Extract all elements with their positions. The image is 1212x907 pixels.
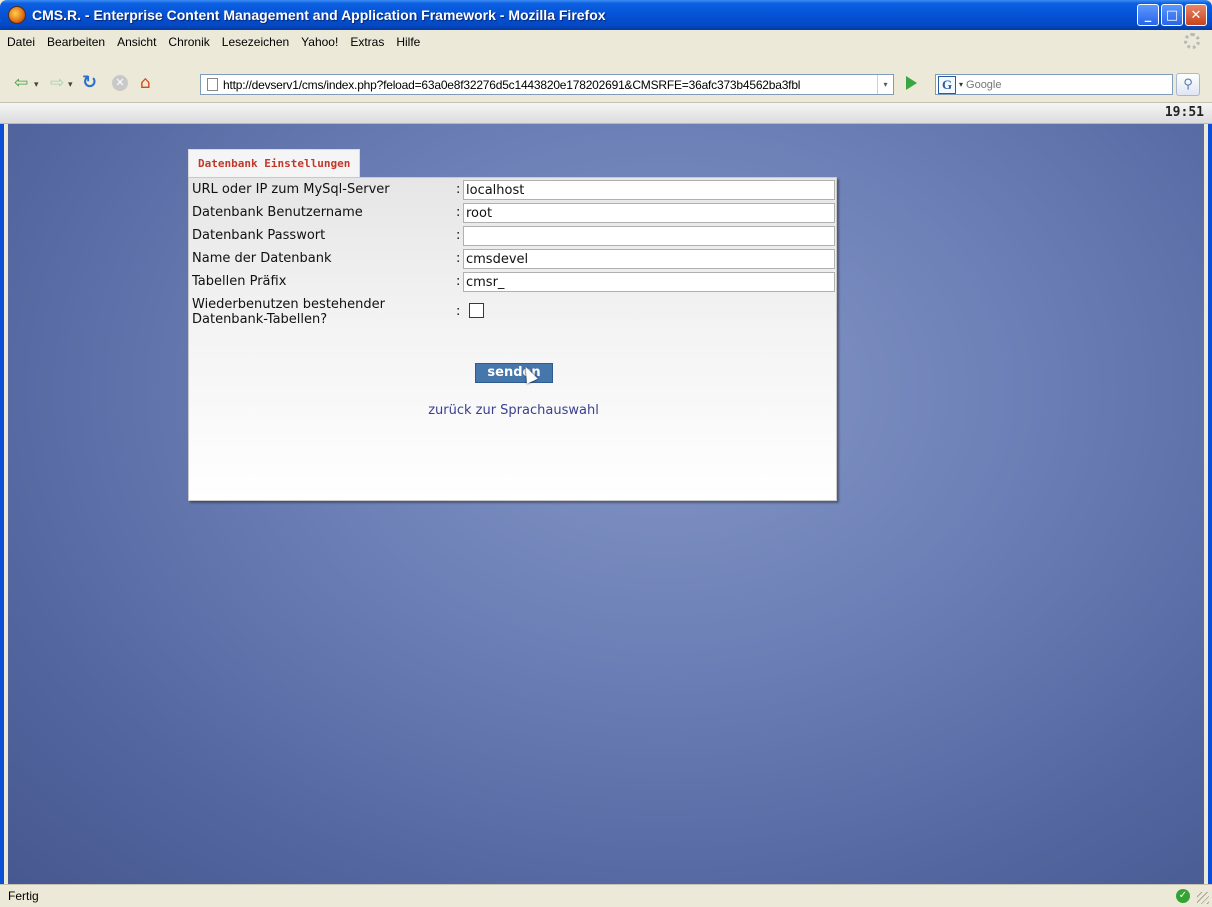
settings-form: URL oder IP zum MySql-Server : Datenbank… bbox=[188, 177, 837, 501]
label-username: Datenbank Benutzername bbox=[192, 205, 363, 220]
window-controls: _ □ ✕ bbox=[1137, 4, 1207, 26]
label-password: Datenbank Passwort bbox=[192, 228, 326, 243]
label-reuse: Wiederbenutzen bestehender Datenbank-Tab… bbox=[192, 297, 385, 327]
google-engine-icon[interactable]: G bbox=[938, 75, 956, 94]
maximize-button[interactable]: □ bbox=[1161, 4, 1183, 26]
url-text[interactable]: http://devserv1/cms/index.php?feload=63a… bbox=[223, 78, 877, 92]
go-arrow-icon[interactable] bbox=[906, 76, 917, 90]
back-to-language-link[interactable]: zurück zur Sprachauswahl bbox=[189, 403, 838, 418]
window-frame-left bbox=[0, 30, 4, 907]
window-title: CMS.R. - Enterprise Content Management a… bbox=[32, 7, 606, 23]
page-icon bbox=[207, 78, 218, 91]
colon: : bbox=[456, 304, 461, 319]
form-row-reuse: Wiederbenutzen bestehender Datenbank-Tab… bbox=[189, 294, 838, 330]
colon: : bbox=[456, 274, 461, 289]
forward-arrow-icon[interactable]: ⇨ bbox=[50, 73, 64, 93]
search-engine-dropdown-icon[interactable]: ▾ bbox=[959, 80, 963, 89]
menu-datei[interactable]: Datei bbox=[0, 35, 41, 49]
navigation-toolbar: ⇦ ▾ ⇨ ▾ ↻ ✕ ⌂ http://devserv1/cms/index.… bbox=[0, 53, 1212, 103]
resize-grip-icon[interactable] bbox=[1197, 892, 1209, 904]
search-magnifier-icon[interactable]: ⚲ bbox=[1176, 73, 1200, 96]
colon: : bbox=[456, 251, 461, 266]
url-dropdown-icon[interactable]: ▾ bbox=[877, 75, 893, 94]
page-content: Datenbank Einstellungen URL oder IP zum … bbox=[8, 124, 1204, 884]
colon: : bbox=[456, 205, 461, 220]
reuse-tables-checkbox[interactable] bbox=[469, 303, 484, 318]
back-history-dropdown-icon[interactable]: ▾ bbox=[34, 75, 39, 95]
panel-tab-title: Datenbank Einstellungen bbox=[188, 149, 361, 177]
forward-history-dropdown-icon[interactable]: ▾ bbox=[68, 75, 73, 95]
search-input[interactable] bbox=[966, 78, 1172, 91]
menu-bearbeiten[interactable]: Bearbeiten bbox=[41, 35, 111, 49]
submit-button[interactable]: senden bbox=[475, 363, 553, 383]
stop-icon[interactable]: ✕ bbox=[112, 75, 128, 91]
username-input[interactable] bbox=[463, 203, 835, 223]
form-row-dbname: Name der Datenbank : bbox=[189, 248, 838, 271]
menu-lesezeichen[interactable]: Lesezeichen bbox=[216, 35, 295, 49]
menu-hilfe[interactable]: Hilfe bbox=[390, 35, 426, 49]
status-text: Fertig bbox=[8, 889, 39, 903]
minimize-button[interactable]: _ bbox=[1137, 4, 1159, 26]
back-arrow-icon[interactable]: ⇦ bbox=[14, 73, 28, 93]
label-prefix: Tabellen Präfix bbox=[192, 274, 287, 289]
clock-time: 19:51 bbox=[1164, 105, 1204, 120]
clock-bar: 19:51 bbox=[0, 103, 1212, 124]
search-bar: G ▾ bbox=[935, 74, 1173, 95]
status-bar: Fertig ✓ bbox=[0, 884, 1212, 907]
title-bar: CMS.R. - Enterprise Content Management a… bbox=[0, 0, 1212, 30]
form-row-server: URL oder IP zum MySql-Server : bbox=[189, 179, 838, 202]
firefox-icon bbox=[8, 6, 26, 24]
label-dbname: Name der Datenbank bbox=[192, 251, 332, 266]
form-row-password: Datenbank Passwort : bbox=[189, 225, 838, 248]
server-input[interactable] bbox=[463, 180, 835, 200]
menu-extras[interactable]: Extras bbox=[344, 35, 390, 49]
form-row-prefix: Tabellen Präfix : bbox=[189, 271, 838, 294]
reload-icon[interactable]: ↻ bbox=[82, 73, 97, 93]
security-ok-icon: ✓ bbox=[1176, 889, 1190, 903]
close-button[interactable]: ✕ bbox=[1185, 4, 1207, 26]
menu-chronik[interactable]: Chronik bbox=[162, 35, 215, 49]
throbber-icon bbox=[1184, 33, 1200, 49]
window-frame-right bbox=[1208, 30, 1212, 907]
address-bar[interactable]: http://devserv1/cms/index.php?feload=63a… bbox=[200, 74, 894, 95]
database-settings-panel: Datenbank Einstellungen URL oder IP zum … bbox=[188, 149, 837, 501]
menu-ansicht[interactable]: Ansicht bbox=[111, 35, 162, 49]
menu-yahoo[interactable]: Yahoo! bbox=[295, 35, 344, 49]
colon: : bbox=[456, 182, 461, 197]
colon: : bbox=[456, 228, 461, 243]
home-icon[interactable]: ⌂ bbox=[140, 73, 151, 93]
menu-bar: Datei Bearbeiten Ansicht Chronik Lesezei… bbox=[0, 30, 1212, 53]
label-server: URL oder IP zum MySql-Server bbox=[192, 182, 390, 197]
form-row-username: Datenbank Benutzername : bbox=[189, 202, 838, 225]
password-input[interactable] bbox=[463, 226, 835, 246]
dbname-input[interactable] bbox=[463, 249, 835, 269]
prefix-input[interactable] bbox=[463, 272, 835, 292]
